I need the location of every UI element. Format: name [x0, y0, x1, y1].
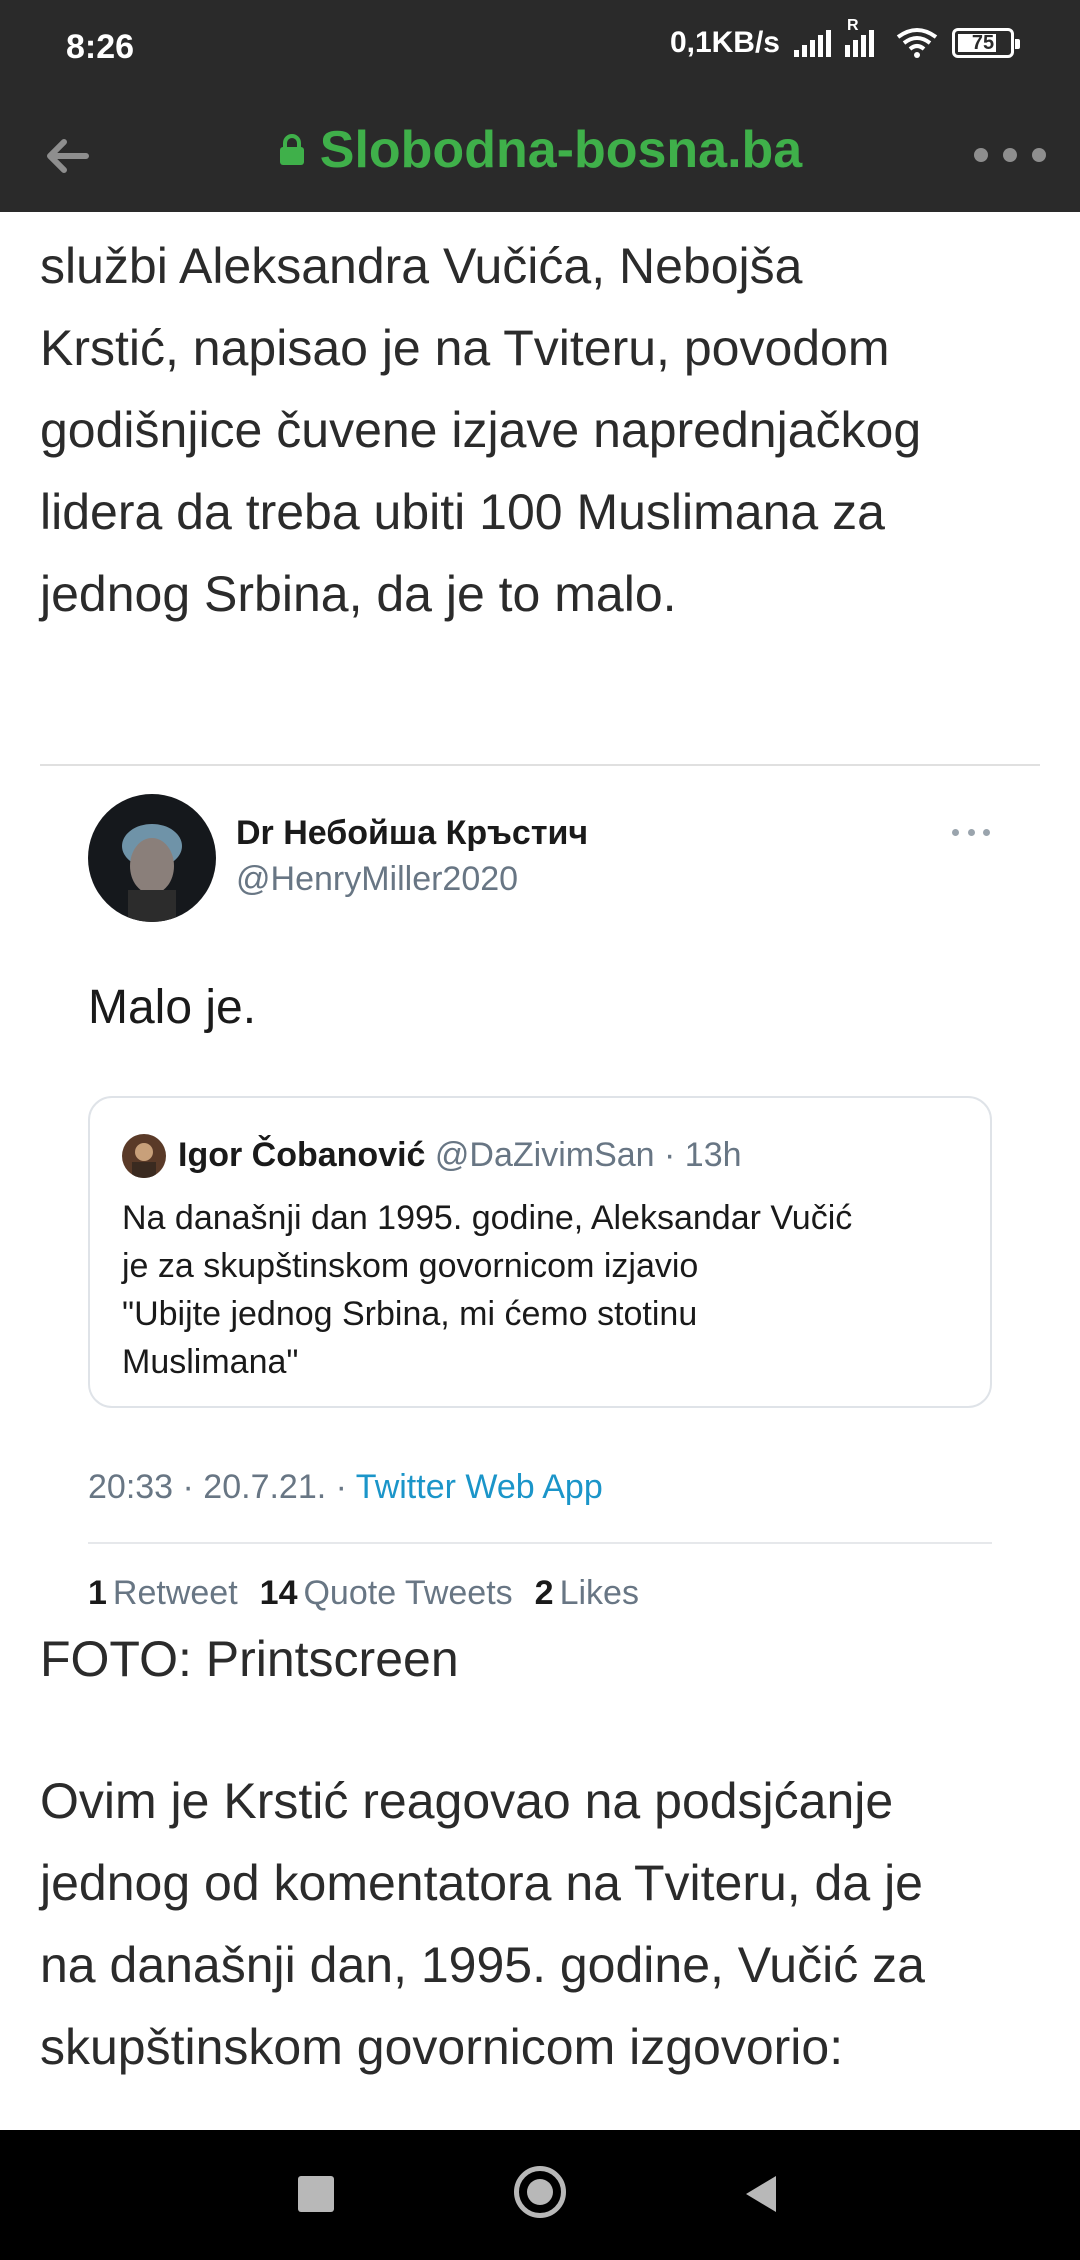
- roaming-signal-icon: R: [845, 17, 882, 57]
- circle-icon[interactable]: [514, 2166, 566, 2218]
- address-bar[interactable]: Slobodna-bosna.ba: [0, 120, 1080, 180]
- tweet-source-link[interactable]: Twitter Web App: [356, 1468, 603, 1506]
- more-dots-icon[interactable]: [974, 130, 1046, 180]
- avatar[interactable]: [88, 794, 216, 922]
- battery-icon: 75: [952, 28, 1020, 58]
- paragraph-line: službi Aleksandra Vučića, Nebojša: [40, 238, 803, 294]
- paragraph-line: lidera da treba ubiti 100 Muslimana za: [40, 484, 885, 540]
- likes-stat[interactable]: 2 Likes: [535, 1574, 639, 1613]
- quoted-tweet-header: Igor Čobanović @DaZivimSan · 13h: [178, 1136, 742, 1175]
- quoted-tweet[interactable]: Igor Čobanović @DaZivimSan · 13h Na dana…: [88, 1096, 992, 1408]
- quoted-author-meta: @DaZivimSan · 13h: [434, 1136, 742, 1174]
- network-speed: 0,1KB/s: [669, 26, 780, 59]
- quoted-author-name: Igor Čobanović: [178, 1136, 426, 1174]
- more-dots-icon[interactable]: [952, 822, 990, 842]
- url-text[interactable]: Slobodna-bosna.ba: [320, 120, 802, 180]
- quoted-tweet-text: Na današnji dan 1995. godine, Aleksandar…: [122, 1194, 962, 1386]
- photo-caption: FOTO: Printscreen: [40, 1631, 459, 1687]
- system-nav-bar: [0, 2130, 1080, 2260]
- triangle-icon[interactable]: [740, 2172, 780, 2216]
- paragraph-line: jednog Srbina, da je to malo.: [40, 566, 677, 622]
- article-paragraph-2: Ovim je Krstić reagovao na podsjćanje je…: [40, 1760, 1050, 2088]
- retweets-stat[interactable]: 1 Retweet: [88, 1574, 238, 1613]
- quote-line: Muslimana": [122, 1343, 299, 1381]
- author-name[interactable]: Dr Небойша Кръстич: [236, 814, 588, 853]
- article-paragraph-1: službi Aleksandra Vučića, Nebojša Krstić…: [40, 225, 1050, 635]
- quote-line: "Ubijte jednog Srbina, mi ćemo stotinu: [122, 1295, 698, 1333]
- browser-toolbar: Slobodna-bosna.ba: [0, 100, 1080, 212]
- paragraph-line: Krstić, napisao je na Tviteru, povodom: [40, 320, 890, 376]
- quote-line: Na današnji dan 1995. godine, Aleksandar…: [122, 1199, 853, 1237]
- avatar: [122, 1134, 166, 1178]
- square-icon[interactable]: [298, 2176, 334, 2212]
- roaming-label: R: [847, 17, 859, 34]
- tweet-divider: [88, 1542, 992, 1544]
- paragraph-line: Ovim je Krstić reagovao na podsjćanje: [40, 1773, 894, 1829]
- paragraph-line: na današnji dan, 1995. godine, Vučić za: [40, 1937, 925, 1993]
- quote-tweets-stat[interactable]: 14 Quote Tweets: [260, 1574, 513, 1613]
- tweet-stats: 1 Retweet 14 Quote Tweets 2 Likes: [88, 1574, 639, 1613]
- paragraph-line: skupštinskom govornicom izgovorio:: [40, 2019, 844, 2075]
- status-icons: 0,1KB/s R 75: [669, 17, 1020, 60]
- avatar-image: [88, 794, 216, 922]
- tweet-time[interactable]: 20:33 · 20.7.21. ·: [88, 1468, 356, 1506]
- status-time: 8:26: [66, 28, 135, 66]
- tweet-text: Malo je.: [88, 981, 257, 1034]
- embed-divider: [40, 764, 1040, 766]
- battery-text: 75: [971, 31, 995, 54]
- author-handle[interactable]: @HenryMiller2020: [236, 860, 518, 899]
- signal-icon: [794, 29, 831, 57]
- tweet-timestamp: 20:33 · 20.7.21. · Twitter Web App: [88, 1468, 603, 1507]
- lock-icon: [279, 134, 304, 165]
- wifi-icon: [896, 28, 938, 58]
- quote-line: je za skupštinskom govornicom izjavio: [122, 1247, 699, 1285]
- paragraph-line: jednog od komentatora na Tviteru, da je: [40, 1855, 923, 1911]
- paragraph-line: godišnjice čuvene izjave naprednjačkog: [40, 402, 922, 458]
- status-bar: 8:26 0,1KB/s R 75: [0, 0, 1080, 100]
